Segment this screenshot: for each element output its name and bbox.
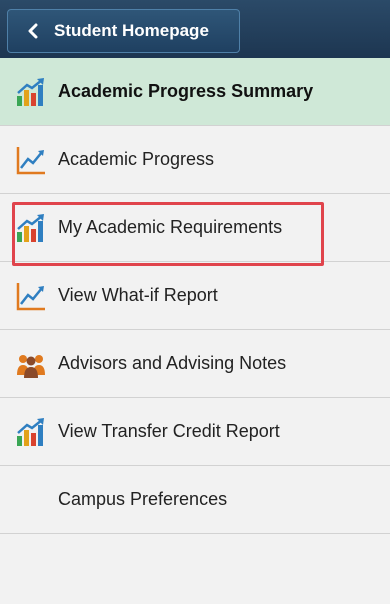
menu-item-label: View Transfer Credit Report	[58, 421, 280, 441]
menu-item-label: Campus Preferences	[58, 489, 228, 509]
menu-item-academic-progress[interactable]: Academic Progress	[0, 126, 390, 194]
line-chart-icon	[15, 144, 47, 176]
student-homepage-back-button[interactable]: Student Homepage	[7, 9, 240, 53]
menu-item-view-transfer-credit-report[interactable]: View Transfer Credit Report	[0, 398, 390, 466]
chevron-left-icon	[26, 22, 40, 40]
side-menu: Academic Progress Summary Academic Progr…	[0, 58, 390, 604]
menu-item-advisors-and-advising-notes[interactable]: Advisors and Advising Notes	[0, 330, 390, 398]
menu-empty-area	[0, 534, 390, 604]
people-group-icon	[15, 348, 47, 380]
menu-item-label: Academic Progress	[58, 149, 215, 169]
menu-item-label: Academic Progress Summary	[58, 81, 314, 101]
bar-chart-arrow-icon	[15, 416, 47, 448]
menu-item-label: My Academic Requirements	[58, 217, 283, 237]
bar-chart-arrow-icon	[15, 212, 47, 244]
menu-item-view-what-if-report[interactable]: View What-if Report	[0, 262, 390, 330]
menu-item-label: View What-if Report	[58, 285, 218, 305]
menu-item-my-academic-requirements[interactable]: My Academic Requirements	[0, 194, 390, 262]
bar-chart-arrow-icon	[15, 76, 47, 108]
top-banner: Student Homepage	[0, 0, 390, 58]
back-button-label: Student Homepage	[54, 21, 209, 40]
menu-item-academic-progress-summary[interactable]: Academic Progress Summary	[0, 58, 390, 126]
menu-item-label: Advisors and Advising Notes	[58, 353, 287, 373]
line-chart-icon	[15, 280, 47, 312]
menu-item-campus-preferences[interactable]: Campus Preferences	[0, 466, 390, 534]
